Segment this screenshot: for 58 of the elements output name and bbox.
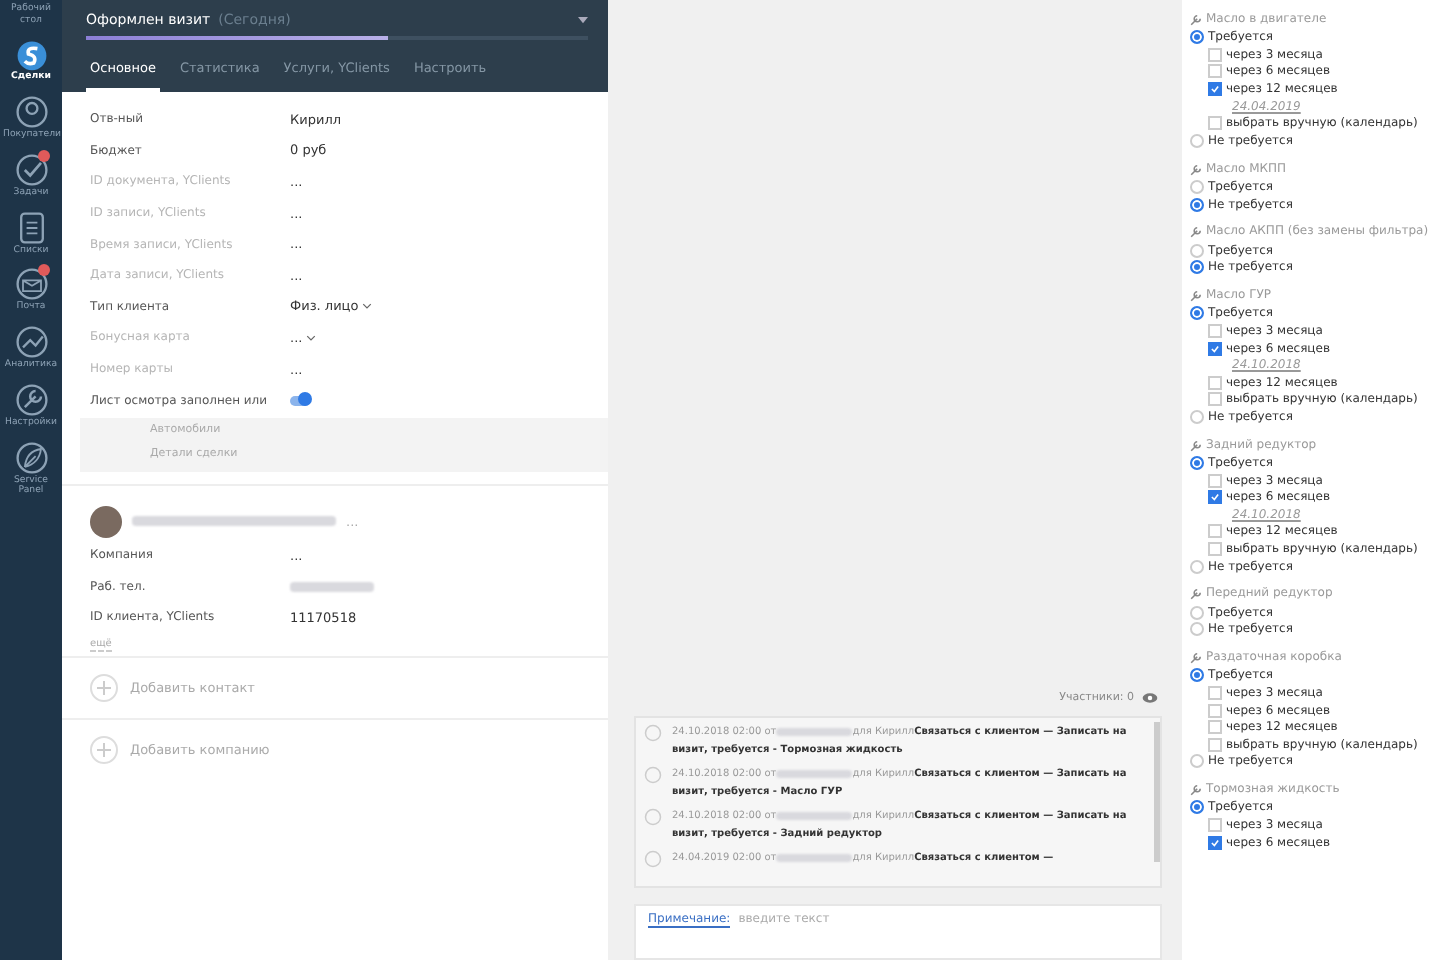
checkbox[interactable] xyxy=(1208,392,1222,407)
radio-button[interactable] xyxy=(1190,754,1204,769)
scrollbar[interactable] xyxy=(1154,722,1160,862)
radio-button[interactable] xyxy=(1190,605,1204,620)
radio-button[interactable] xyxy=(1190,559,1204,574)
checkbox[interactable] xyxy=(1208,524,1222,539)
checkbox[interactable] xyxy=(1208,341,1222,356)
checkbox[interactable] xyxy=(1208,737,1222,752)
checkbox[interactable] xyxy=(1208,375,1222,390)
wrench-icon xyxy=(1190,14,1202,26)
wrench-icon xyxy=(1190,588,1202,601)
radio-button[interactable] xyxy=(1190,668,1204,683)
wrench-icon xyxy=(1190,439,1202,452)
wrench-icon xyxy=(1190,163,1202,176)
caret-icon xyxy=(362,302,373,311)
chart-icon xyxy=(13,324,49,361)
mail-icon xyxy=(13,266,49,303)
wrench-icon xyxy=(1190,290,1202,303)
radio-button[interactable] xyxy=(1190,133,1204,148)
redacted-text xyxy=(290,581,374,592)
radio-button[interactable] xyxy=(1190,800,1204,815)
checkbox[interactable] xyxy=(1208,817,1222,832)
wrench-icon xyxy=(13,381,49,418)
radio-button[interactable] xyxy=(1190,455,1204,470)
checkbox[interactable] xyxy=(1208,323,1222,338)
checkbox[interactable] xyxy=(1208,720,1222,735)
eye-icon[interactable] xyxy=(1142,692,1158,704)
add-button[interactable] xyxy=(90,673,118,702)
checkbox[interactable] xyxy=(1208,64,1222,79)
radio-button[interactable] xyxy=(1190,306,1204,321)
radio-button[interactable] xyxy=(1190,197,1204,212)
checkbox[interactable] xyxy=(1208,490,1222,505)
avatar-placeholder xyxy=(90,505,122,538)
radio-button[interactable] xyxy=(1190,260,1204,275)
person-icon xyxy=(13,94,49,131)
wrench-icon xyxy=(1190,784,1202,797)
checkbox[interactable] xyxy=(1208,82,1222,97)
radio-button[interactable] xyxy=(1190,409,1204,424)
wrench-icon xyxy=(1190,652,1202,665)
radio-button[interactable] xyxy=(1190,243,1204,258)
add-button[interactable] xyxy=(90,735,118,764)
checkbox[interactable] xyxy=(1208,473,1222,488)
checkbox[interactable] xyxy=(1208,541,1222,556)
logo-icon xyxy=(13,36,49,73)
radio-button[interactable] xyxy=(1190,622,1204,637)
radio-button[interactable] xyxy=(1190,30,1204,45)
checkbox[interactable] xyxy=(1208,47,1222,62)
radio-button[interactable] xyxy=(1190,179,1204,194)
wrench-icon xyxy=(1190,226,1202,239)
caret-icon xyxy=(306,333,317,342)
leaf-icon xyxy=(13,439,49,476)
checkbox[interactable] xyxy=(1208,835,1222,850)
caret-icon[interactable] xyxy=(578,15,588,23)
toggle-switch[interactable] xyxy=(290,395,310,406)
check-icon xyxy=(13,151,49,188)
checkbox[interactable] xyxy=(1208,703,1222,718)
checkbox[interactable] xyxy=(1208,685,1222,700)
checkbox[interactable] xyxy=(1208,116,1222,131)
